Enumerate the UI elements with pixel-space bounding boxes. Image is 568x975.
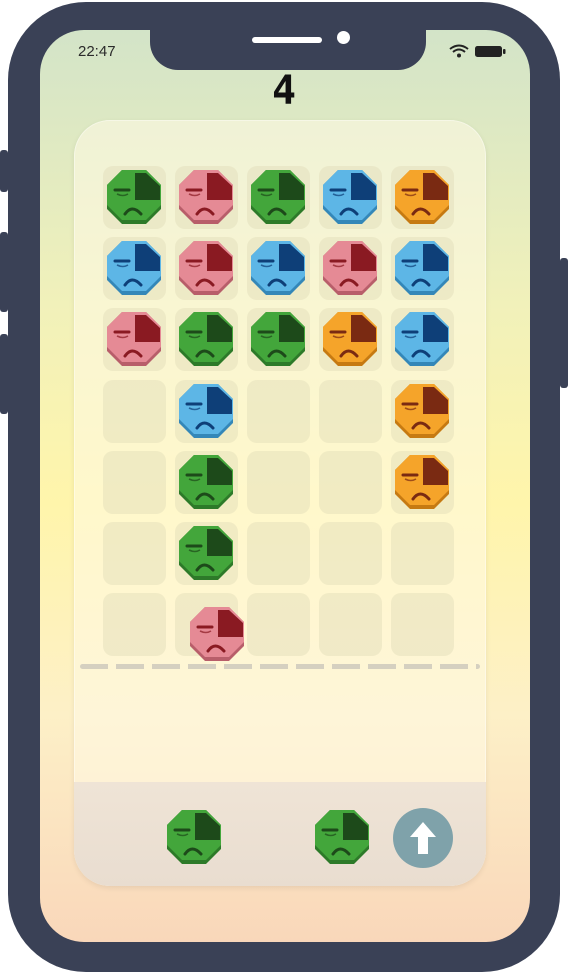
board-cell (103, 522, 166, 585)
green-block (105, 168, 163, 226)
board-cell (319, 593, 382, 656)
orange-block (393, 453, 451, 511)
board-cell (247, 451, 310, 514)
mute-switch (0, 150, 8, 192)
board-cell (319, 380, 382, 443)
danger-line (80, 664, 480, 669)
board-cell (319, 451, 382, 514)
red-block (177, 168, 235, 226)
volume-up-button (0, 232, 8, 312)
orange-block (321, 310, 379, 368)
shoot-button[interactable] (393, 808, 453, 868)
power-button (560, 258, 568, 388)
next-green-block[interactable] (313, 808, 371, 866)
board-cell (391, 522, 454, 585)
board-cell (103, 380, 166, 443)
green-block (249, 168, 307, 226)
status-time: 22:47 (78, 43, 116, 60)
blue-block (321, 168, 379, 226)
green-block (177, 524, 235, 582)
red-falling-block (188, 605, 246, 663)
camera (337, 31, 350, 44)
board-cell (319, 522, 382, 585)
red-block (105, 310, 163, 368)
volume-down-button (0, 334, 8, 414)
board-cell (247, 522, 310, 585)
wifi-icon (449, 44, 469, 58)
green-block (177, 453, 235, 511)
green-block (249, 310, 307, 368)
green-block (177, 310, 235, 368)
board-cell (391, 593, 454, 656)
board-cell (247, 593, 310, 656)
next-green-block[interactable] (165, 808, 223, 866)
red-block (177, 239, 235, 297)
score-counter: 4 (271, 68, 297, 114)
blue-block (105, 239, 163, 297)
red-block (321, 239, 379, 297)
notch (150, 30, 426, 70)
speaker (252, 37, 322, 43)
arrow-up-icon (410, 822, 436, 854)
blue-block (177, 382, 235, 440)
orange-block (393, 382, 451, 440)
board-cell (247, 380, 310, 443)
blue-block (249, 239, 307, 297)
blue-block (393, 239, 451, 297)
status-icons (448, 43, 508, 59)
board-cell (103, 593, 166, 656)
orange-block (393, 168, 451, 226)
blue-block (393, 310, 451, 368)
board-cell (103, 451, 166, 514)
battery-icon (475, 46, 506, 57)
